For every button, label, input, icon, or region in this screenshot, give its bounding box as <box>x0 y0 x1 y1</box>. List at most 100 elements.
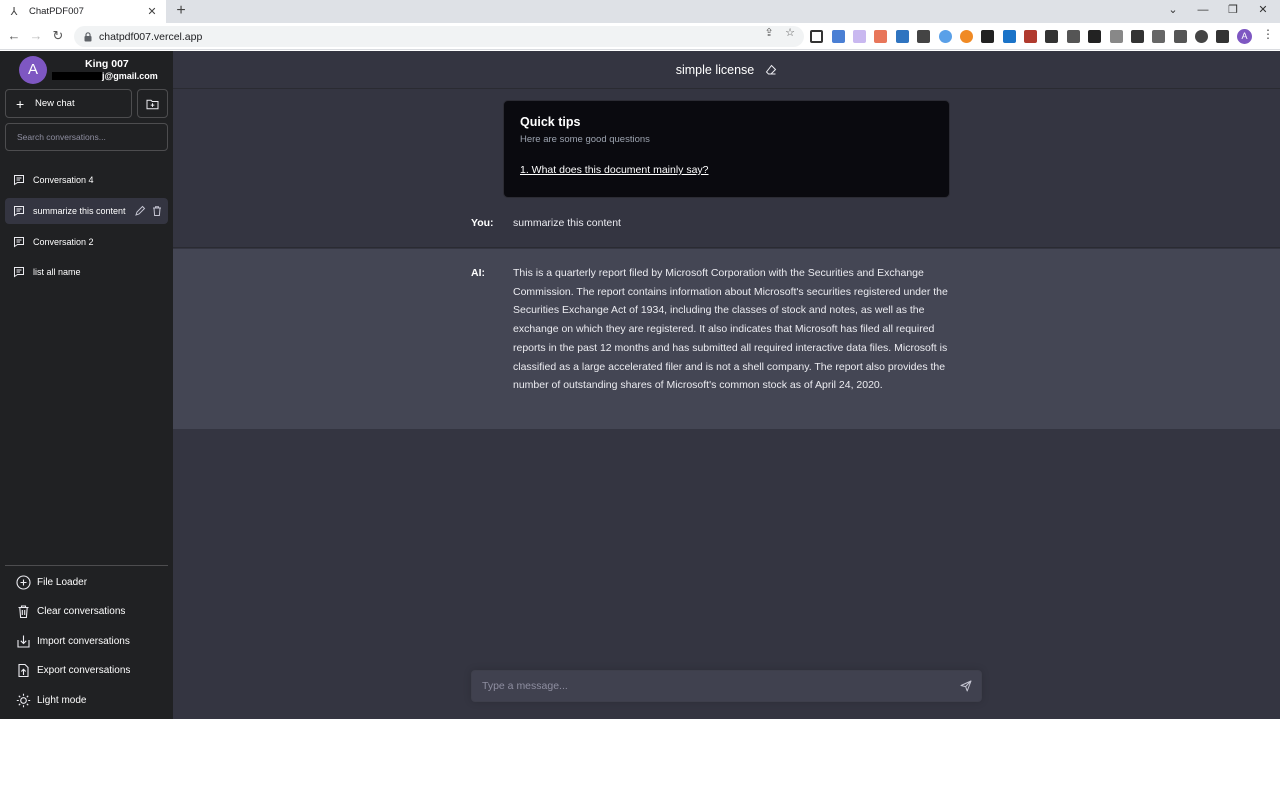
conversation-label: Conversation 4 <box>33 175 94 185</box>
file-loader-button[interactable]: File Loader <box>5 569 168 595</box>
suggested-question-link[interactable]: 1. What does this document mainly say? <box>520 164 709 176</box>
reload-button[interactable]: ↻ <box>49 27 67 45</box>
folder-plus-icon <box>146 99 159 109</box>
minimize-button[interactable]: — <box>1188 0 1218 23</box>
new-tab-button[interactable]: + <box>172 2 190 20</box>
side-panel-icon[interactable] <box>1216 30 1229 43</box>
browser-toolbar: ← → ↻ chatpdf007.vercel.app ⇪ ☆ <box>0 23 1280 50</box>
user-profile: A King 007 j@gmail.com <box>0 51 173 89</box>
send-icon[interactable] <box>960 680 972 692</box>
export-conversations-label: Export conversations <box>37 664 131 676</box>
plus-circle-icon <box>16 574 31 590</box>
pencil-icon[interactable] <box>134 205 146 217</box>
window-close-button[interactable]: ✕ <box>1248 0 1278 23</box>
extension-icon[interactable] <box>853 30 866 43</box>
address-bar[interactable]: chatpdf007.vercel.app <box>74 26 804 47</box>
eraser-icon[interactable] <box>765 64 777 76</box>
conversation-label: summarize this content <box>33 206 126 216</box>
share-icon[interactable]: ⇪ <box>761 26 777 39</box>
extension-icon[interactable] <box>1067 30 1080 43</box>
page-title: simple license <box>675 62 755 77</box>
avatar[interactable]: A <box>19 56 47 84</box>
speaker-label: You: <box>471 217 494 229</box>
extension-icon[interactable] <box>917 30 930 43</box>
chatpdf-app: A King 007 j@gmail.com + New chat Conver… <box>0 51 1280 719</box>
back-button[interactable]: ← <box>5 27 23 45</box>
extension-icon[interactable] <box>1152 30 1165 43</box>
light-mode-button[interactable]: Light mode <box>5 687 168 713</box>
browser-tabstrip: ⅄ ChatPDF007 ✕ + ⌄ — ❐ ✕ <box>0 0 1280 23</box>
extension-icon[interactable] <box>1110 30 1123 43</box>
trash-icon[interactable] <box>151 205 163 217</box>
conversation-label: Conversation 2 <box>33 237 94 247</box>
conversation-item[interactable]: Conversation 2 <box>5 229 168 255</box>
browser-profile-avatar[interactable]: A <box>1237 29 1252 44</box>
sun-icon <box>16 693 31 707</box>
chat-bubble-icon <box>14 267 24 278</box>
user-name: King 007 <box>85 58 129 70</box>
quick-tips-heading: Quick tips <box>520 115 581 129</box>
forward-button[interactable]: → <box>27 27 45 45</box>
lock-icon <box>84 31 92 41</box>
sidebar-divider <box>5 565 168 566</box>
email-redaction <box>52 72 102 80</box>
bookmark-star-icon[interactable]: ☆ <box>782 26 798 39</box>
extension-icon[interactable] <box>981 30 994 43</box>
tab-close-icon[interactable]: ✕ <box>146 5 158 18</box>
extension-icon[interactable] <box>1131 30 1144 43</box>
message-text: summarize this content <box>513 217 621 229</box>
clear-conversations-button[interactable]: Clear conversations <box>5 598 168 624</box>
import-conversations-label: Import conversations <box>37 635 130 647</box>
search-conversations-input[interactable] <box>5 123 168 151</box>
extensions-puzzle-icon[interactable] <box>1174 30 1187 43</box>
light-mode-label: Light mode <box>37 694 87 706</box>
extension-icon[interactable] <box>874 30 887 43</box>
conversation-item[interactable]: Conversation 4 <box>5 167 168 193</box>
chat-header: simple license <box>173 51 1280 89</box>
browser-menu-icon[interactable]: ⋮ <box>1262 27 1274 41</box>
import-conversations-button[interactable]: Import conversations <box>5 628 168 654</box>
quick-tips-subheading: Here are some good questions <box>520 134 650 145</box>
extension-icon[interactable] <box>1088 30 1101 43</box>
browser-tab[interactable]: ⅄ ChatPDF007 ✕ <box>0 0 166 23</box>
new-chat-label: New chat <box>35 98 75 109</box>
url-text: chatpdf007.vercel.app <box>99 30 203 43</box>
trash-icon <box>18 604 29 618</box>
extension-icon[interactable] <box>960 30 973 43</box>
extension-icon[interactable] <box>1045 30 1058 43</box>
restore-button[interactable]: ❐ <box>1218 0 1248 23</box>
user-message: You: summarize this content <box>173 205 1280 248</box>
message-input[interactable] <box>472 671 942 701</box>
user-email: j@gmail.com <box>52 71 158 81</box>
new-folder-button[interactable] <box>137 89 168 118</box>
conversation-item[interactable]: list all name <box>5 259 168 285</box>
chat-bubble-icon <box>14 175 24 186</box>
message-composer <box>471 670 982 702</box>
export-conversations-button[interactable]: Export conversations <box>5 657 168 683</box>
chat-bubble-icon <box>14 237 24 248</box>
chat-bubble-icon <box>14 206 24 217</box>
extension-icon[interactable] <box>896 30 909 43</box>
extension-icon[interactable] <box>1003 30 1016 43</box>
extension-icon[interactable] <box>810 30 823 43</box>
new-chat-button[interactable]: + New chat <box>5 89 132 118</box>
chat-main: simple license Quick tips Here are some … <box>173 51 1280 719</box>
speaker-label: AI: <box>471 267 485 279</box>
tab-search-chevron-icon[interactable]: ⌄ <box>1158 0 1188 23</box>
file-loader-label: File Loader <box>37 576 88 588</box>
quick-tips-card: Quick tips Here are some good questions … <box>503 100 950 198</box>
export-icon <box>18 663 29 677</box>
acrobat-favicon-icon: ⅄ <box>10 5 18 18</box>
google-icon[interactable] <box>1195 30 1208 43</box>
clear-conversations-label: Clear conversations <box>37 605 126 617</box>
plus-icon: + <box>16 95 25 112</box>
browser-tab-title: ChatPDF007 <box>29 6 84 17</box>
extension-icon[interactable] <box>832 30 845 43</box>
conversation-item-active[interactable]: summarize this content <box>5 198 168 224</box>
extension-icon[interactable] <box>1024 30 1037 43</box>
user-email-text: j@gmail.com <box>102 71 158 81</box>
extension-icon[interactable] <box>939 30 952 43</box>
ai-message: AI: This is a quarterly report filed by … <box>173 249 1280 429</box>
message-text: This is a quarterly report filed by Micr… <box>513 267 948 392</box>
conversation-label: list all name <box>33 267 81 277</box>
